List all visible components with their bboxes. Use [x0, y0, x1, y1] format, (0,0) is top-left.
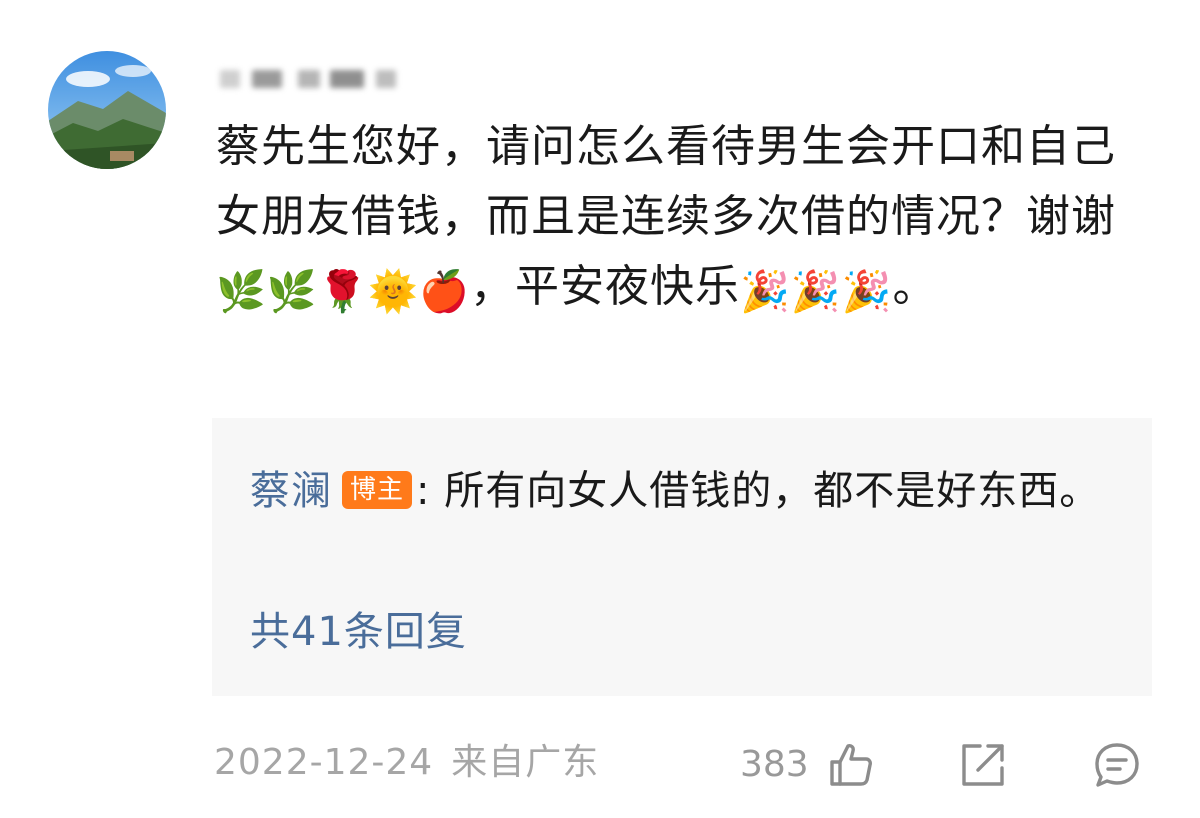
author-badge: 博主: [342, 471, 413, 509]
view-all-replies-link[interactable]: 共41条回复: [250, 602, 467, 662]
username-blurred[interactable]: [218, 58, 418, 98]
share-icon[interactable]: [958, 740, 1008, 790]
landscape-avatar-icon: [48, 51, 166, 169]
avatar[interactable]: [48, 51, 166, 169]
thumbs-up-icon[interactable]: [826, 740, 876, 790]
comment-location: 来自广东: [451, 742, 600, 783]
comment-icon[interactable]: [1092, 740, 1142, 790]
comment-text: 蔡先生您好，请问怎么看待男生会开口和自己女朋友借钱，而且是连续多次借的情况？谢谢…: [216, 112, 1136, 327]
comment-text-main: 蔡先生您好，请问怎么看待男生会开口和自己女朋友借钱，而且是连续多次借的情况？谢谢: [216, 121, 1116, 242]
reply-preview[interactable]: 蔡澜 博主: 所有向女人借钱的，都不是好东西。 共41条回复: [212, 418, 1152, 696]
comment-text-end: 。: [892, 261, 938, 312]
emoji-group-party-popper: 🎉🎉🎉: [740, 269, 893, 315]
reply-line: 蔡澜 博主: 所有向女人借钱的，都不是好东西。: [250, 454, 1110, 528]
emoji-group-plants-flowers: 🌿🌿🌹🌞🍎: [216, 269, 471, 315]
comment-card: 蔡先生您好，请问怎么看待男生会开口和自己女朋友借钱，而且是连续多次借的情况？谢谢…: [0, 0, 1200, 818]
reply-text: : 所有向女人借钱的，都不是好东西。: [416, 468, 1101, 514]
comment-meta: 2022-12-24 来自广东: [214, 738, 599, 788]
reply-author[interactable]: 蔡澜: [250, 468, 332, 514]
like-count[interactable]: 383: [740, 740, 809, 790]
comment-date: 2022-12-24: [214, 742, 434, 783]
comment-text-greeting: ，平安夜快乐: [470, 261, 741, 312]
